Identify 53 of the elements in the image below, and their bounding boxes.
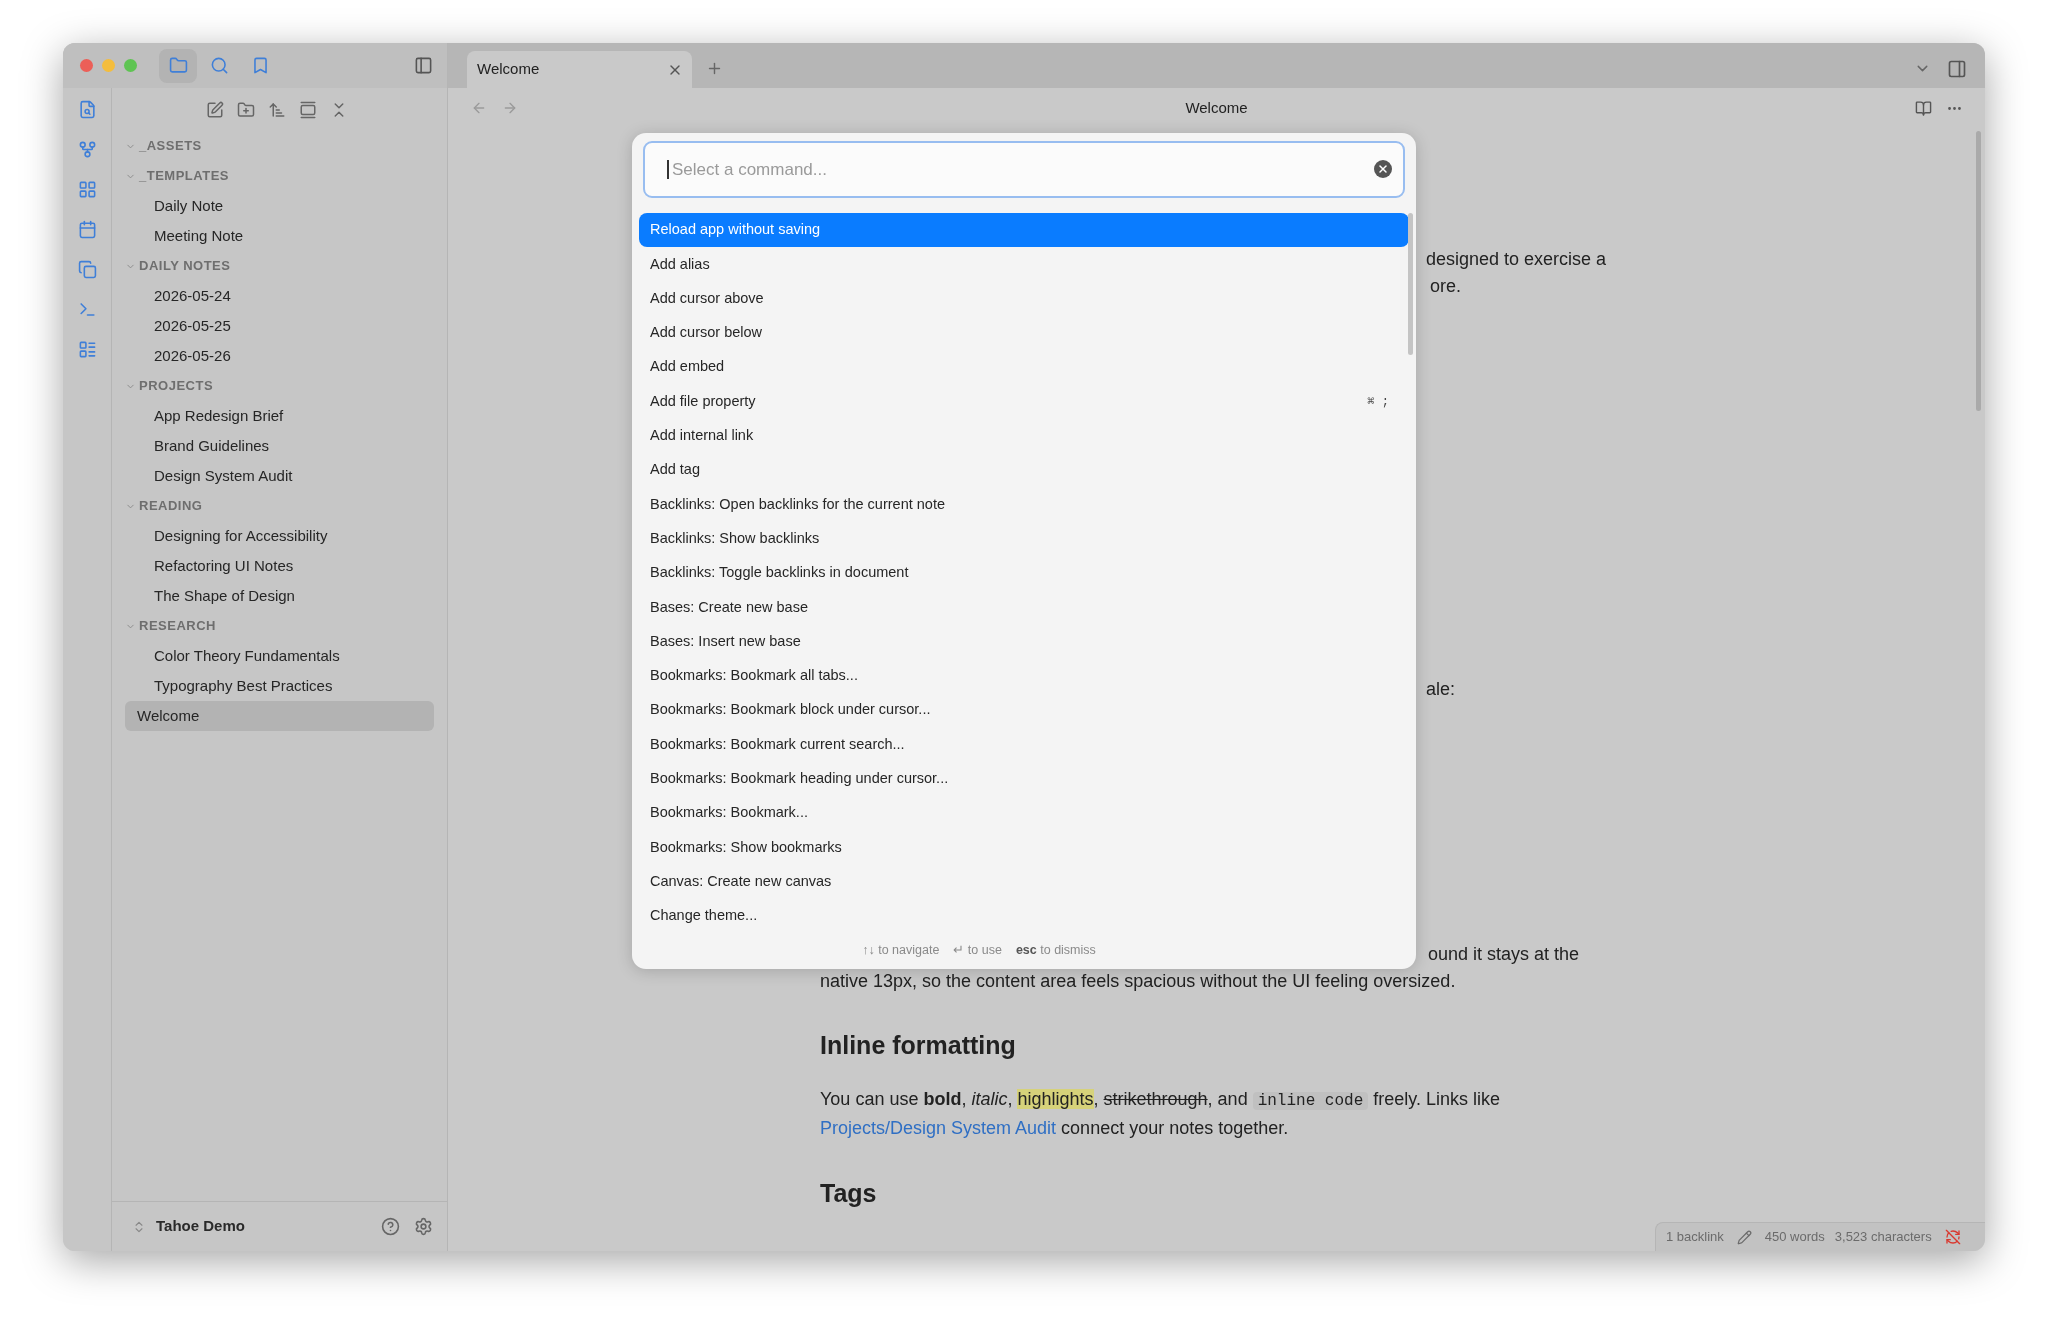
command-item[interactable]: Canvas: Create new canvas bbox=[639, 864, 1409, 899]
file-item[interactable]: The Shape of Design bbox=[125, 581, 434, 611]
keyboard-hint: esc to dismiss bbox=[1015, 942, 1096, 960]
file-item[interactable]: Design System Audit bbox=[125, 461, 434, 491]
file-item[interactable]: Daily Note bbox=[125, 191, 434, 221]
command-item[interactable]: Backlinks: Toggle backlinks in document bbox=[639, 555, 1409, 591]
file-item[interactable]: Welcome bbox=[125, 701, 434, 731]
command-item[interactable]: Bases: Create new base bbox=[639, 590, 1409, 625]
command-item[interactable]: Backlinks: Open backlinks for the current note bbox=[639, 487, 1409, 522]
command-item[interactable]: Bookmarks: Show bookmarks bbox=[639, 830, 1409, 865]
command-item[interactable]: Bases: Insert new base bbox=[639, 624, 1409, 659]
command-item[interactable]: Bookmarks: Bookmark block under cursor... bbox=[639, 693, 1409, 728]
file-item[interactable]: 2026-05-24 bbox=[125, 281, 434, 311]
command-item[interactable]: Add embed bbox=[639, 350, 1409, 385]
vault-name[interactable]: Tahoe Demo bbox=[156, 1215, 245, 1238]
command-item[interactable]: Add internal link bbox=[639, 418, 1409, 454]
file-item[interactable]: Refactoring UI Notes bbox=[125, 551, 434, 581]
command-item[interactable]: Bookmarks: Bookmark all tabs... bbox=[639, 658, 1409, 694]
file-item[interactable]: Color Theory Fundamentals bbox=[125, 641, 434, 671]
heading: Inline formatting bbox=[820, 1030, 1016, 1061]
file-item[interactable]: Typography Best Practices bbox=[125, 671, 434, 701]
keyboard-hint: ↑↓ to navigate bbox=[862, 942, 940, 960]
paragraph-line: designed to exercise a bbox=[1426, 248, 1607, 271]
keyboard-hint: ↵ to use bbox=[953, 942, 1002, 960]
command-item[interactable]: Add tag bbox=[639, 453, 1409, 488]
command-item[interactable]: Add file property ⌘ ; bbox=[639, 384, 1409, 419]
shortcut-key: ⌘ ; bbox=[1367, 392, 1389, 411]
file-item[interactable]: Meeting Note bbox=[125, 221, 434, 251]
paragraph-line: ale: bbox=[1426, 678, 1456, 701]
command-item[interactable]: Add cursor below bbox=[639, 315, 1409, 351]
file-item[interactable]: 2026-05-25 bbox=[125, 311, 434, 341]
paragraph-line: ore. bbox=[1429, 275, 1462, 298]
heading: Tags bbox=[820, 1178, 877, 1209]
command-item[interactable]: Bookmarks: Bookmark heading under cursor... bbox=[639, 761, 1409, 797]
command-item[interactable]: Change theme... bbox=[639, 898, 1409, 934]
file-item[interactable]: Designing for Accessibility bbox=[125, 521, 434, 551]
word-count: 450 words bbox=[1764, 1228, 1825, 1247]
command-item[interactable]: Bookmarks: Bookmark current search... bbox=[639, 727, 1409, 762]
file-item[interactable]: Brand Guidelines bbox=[125, 431, 434, 461]
file-item[interactable]: App Redesign Brief bbox=[125, 401, 434, 431]
command-item[interactable]: Reload app without saving bbox=[639, 213, 1409, 248]
paragraph-line: ound it stays at the bbox=[1428, 943, 1580, 966]
paragraph: You can use bold, italic, highlights, strikethrough, and inline code freely. Links like Projects/Design System Audit connect your notes together. bbox=[820, 1088, 1501, 1140]
command-item[interactable]: Add alias bbox=[639, 247, 1409, 282]
command-search-field[interactable]: Select a command... bbox=[643, 141, 1405, 198]
command-item[interactable]: Backlinks: Show backlinks bbox=[639, 521, 1409, 556]
file-item[interactable]: 2026-05-26 bbox=[125, 341, 434, 371]
command-item[interactable]: Bookmarks: Bookmark... bbox=[639, 796, 1409, 831]
paragraph-line: native 13px, so the content area feels spacious without the UI feeling oversized. bbox=[820, 970, 1456, 993]
command-item[interactable]: Add cursor above bbox=[639, 281, 1409, 316]
character-count: 3,523 characters bbox=[1834, 1228, 1932, 1247]
note-tab[interactable]: Welcome bbox=[467, 51, 692, 88]
view-title: Welcome bbox=[1185, 97, 1248, 118]
